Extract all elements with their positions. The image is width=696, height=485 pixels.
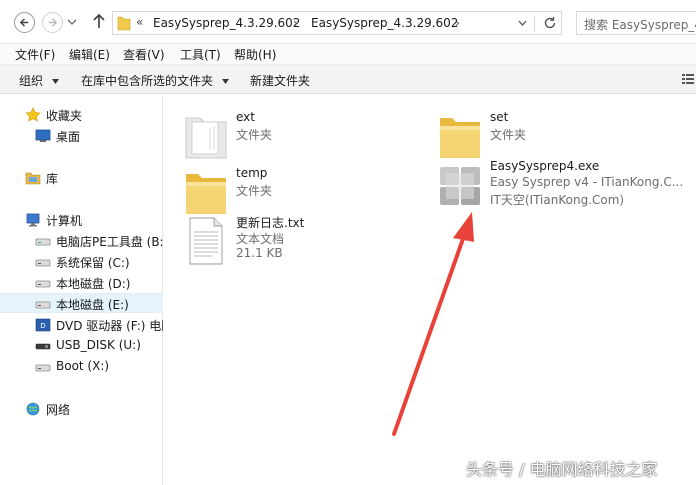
file-name: temp [236, 166, 268, 180]
menu-view[interactable]: 查看(V) [123, 46, 165, 63]
file-item-changelog-txt[interactable]: 更新日志.txt 文本文档 21.1 KB [184, 214, 384, 266]
drive-icon [35, 280, 51, 288]
folder-with-document-icon [185, 117, 227, 159]
nav-computer[interactable]: 计算机 [0, 210, 163, 230]
text-document-icon [189, 217, 223, 265]
file-name: EasySysprep4.exe [490, 159, 600, 173]
nav-label: DVD 驱动器 (F:) 电脑 [56, 319, 163, 333]
nav-libraries[interactable]: 库 [0, 168, 163, 188]
organize-button[interactable]: 组织 [19, 72, 60, 89]
command-bar: 组织 在库中包含所选的文件夹 新建文件夹 [0, 64, 696, 94]
nav-drive-f[interactable]: D DVD 驱动器 (F:) 电脑 [0, 315, 163, 335]
menu-tools[interactable]: 工具(T) [180, 46, 221, 63]
folder-icon [440, 118, 480, 158]
nav-drive-x[interactable]: Boot (X:) [0, 357, 163, 377]
chevron-down-icon [52, 79, 60, 84]
file-type: 文件夹 [236, 184, 273, 198]
file-size: 21.1 KB [236, 246, 283, 260]
back-button[interactable] [14, 12, 35, 33]
navigation-pane: 收藏夹 桌面 库 计算机 电脑店PE工具盘 (B:) 系统保留 (C:) 本地磁… [0, 95, 163, 485]
desktop-icon [35, 129, 51, 142]
breadcrumb-item[interactable]: EasySysprep_4.3.29.602 [153, 16, 300, 30]
drive-icon [35, 259, 51, 267]
nav-drive-d[interactable]: 本地磁盘 (D:) [0, 273, 163, 293]
menu-edit[interactable]: 编辑(E) [69, 46, 110, 63]
chevron-down-icon [518, 20, 527, 26]
drive-icon [35, 301, 51, 309]
file-description: Easy Sysprep v4 - ITianKong.C... [490, 175, 684, 189]
nav-label: 库 [46, 172, 59, 186]
network-icon [26, 402, 40, 416]
recent-locations-chevron-down-icon[interactable] [67, 17, 77, 27]
forward-button[interactable] [42, 12, 63, 33]
forward-arrow-icon [48, 18, 58, 27]
dvd-drive-icon: D [35, 318, 51, 332]
file-name: set [490, 110, 509, 124]
nav-label: 本地磁盘 (E:) [56, 298, 129, 312]
chevron-down-icon [222, 79, 230, 84]
windows-application-icon [440, 167, 480, 205]
file-type: 文本文档 [236, 232, 285, 246]
breadcrumb-overflow[interactable]: « [136, 15, 143, 29]
nav-label: 系统保留 (C:) [56, 256, 130, 270]
star-icon [25, 107, 41, 122]
nav-label: 桌面 [56, 130, 81, 144]
breadcrumb-item[interactable]: EasySysprep_4.3.29.602 [311, 16, 458, 30]
nav-favorites[interactable]: 收藏夹 [0, 105, 163, 125]
drive-icon [35, 238, 51, 246]
watermark: 头条号 / 电脑网络科技之家 [466, 460, 658, 479]
file-item-temp[interactable]: temp 文件夹 [184, 166, 384, 218]
nav-label: 电脑店PE工具盘 (B:) [56, 235, 163, 249]
nav-label: 收藏夹 [46, 109, 83, 123]
file-company: IT天空(ITianKong.Com) [490, 193, 625, 207]
nav-label: USB_DISK (U:) [56, 338, 141, 352]
file-item-ext[interactable]: ext 文件夹 [184, 110, 384, 162]
file-item-easysysprep-exe[interactable]: EasySysprep4.exe Easy Sysprep v4 - ITian… [438, 159, 696, 211]
file-name: 更新日志.txt [236, 216, 305, 230]
usb-drive-icon [35, 343, 51, 350]
nav-label: 本地磁盘 (D:) [56, 277, 131, 291]
up-arrow-icon[interactable] [92, 13, 106, 29]
computer-icon [26, 213, 40, 227]
file-item-set[interactable]: set 文件夹 [438, 110, 638, 162]
nav-drive-b[interactable]: 电脑店PE工具盘 (B:) [0, 231, 163, 251]
nav-desktop[interactable]: 桌面 [0, 126, 163, 146]
file-type: 文件夹 [490, 128, 527, 142]
nav-drive-c[interactable]: 系统保留 (C:) [0, 252, 163, 272]
library-icon [25, 172, 41, 185]
address-dropdown-button[interactable] [511, 16, 535, 32]
search-input[interactable]: 搜索 EasySysprep_4... [576, 11, 696, 35]
include-in-library-label: 在库中包含所选的文件夹 [81, 74, 214, 88]
back-arrow-icon [19, 18, 29, 27]
refresh-icon[interactable] [543, 15, 557, 31]
menu-help[interactable]: 帮助(H) [234, 46, 276, 63]
nav-label: Boot (X:) [56, 359, 110, 373]
nav-label: 计算机 [46, 214, 83, 228]
nav-drive-u[interactable]: USB_DISK (U:) [0, 336, 163, 356]
menu-file[interactable]: 文件(F) [15, 46, 55, 63]
folder-icon [117, 16, 131, 31]
nav-drive-e[interactable]: 本地磁盘 (E:) [0, 293, 163, 313]
breadcrumb-separator[interactable]: › [293, 16, 298, 30]
file-type: 文件夹 [236, 128, 273, 142]
folder-icon [186, 174, 226, 214]
file-list: ext 文件夹 set 文件夹 temp 文件夹 EasySysprep4.ex… [164, 95, 696, 485]
nav-label: 网络 [46, 403, 71, 417]
breadcrumb-separator[interactable]: › [455, 16, 460, 30]
drive-icon [35, 364, 51, 372]
include-in-library-button[interactable]: 在库中包含所选的文件夹 [81, 72, 230, 89]
organize-label: 组织 [19, 74, 44, 88]
address-input[interactable]: « EasySysprep_4.3.29.602 › EasySysprep_4… [112, 11, 562, 35]
file-name: ext [236, 110, 255, 124]
change-view-icon[interactable] [680, 71, 696, 87]
address-bar-area: « EasySysprep_4.3.29.602 › EasySysprep_4… [0, 0, 696, 44]
menu-bar: 文件(F) 编辑(E) 查看(V) 工具(T) 帮助(H) [0, 44, 696, 64]
svg-text:D: D [40, 322, 45, 330]
nav-network[interactable]: 网络 [0, 399, 163, 419]
new-folder-button[interactable]: 新建文件夹 [250, 72, 310, 89]
